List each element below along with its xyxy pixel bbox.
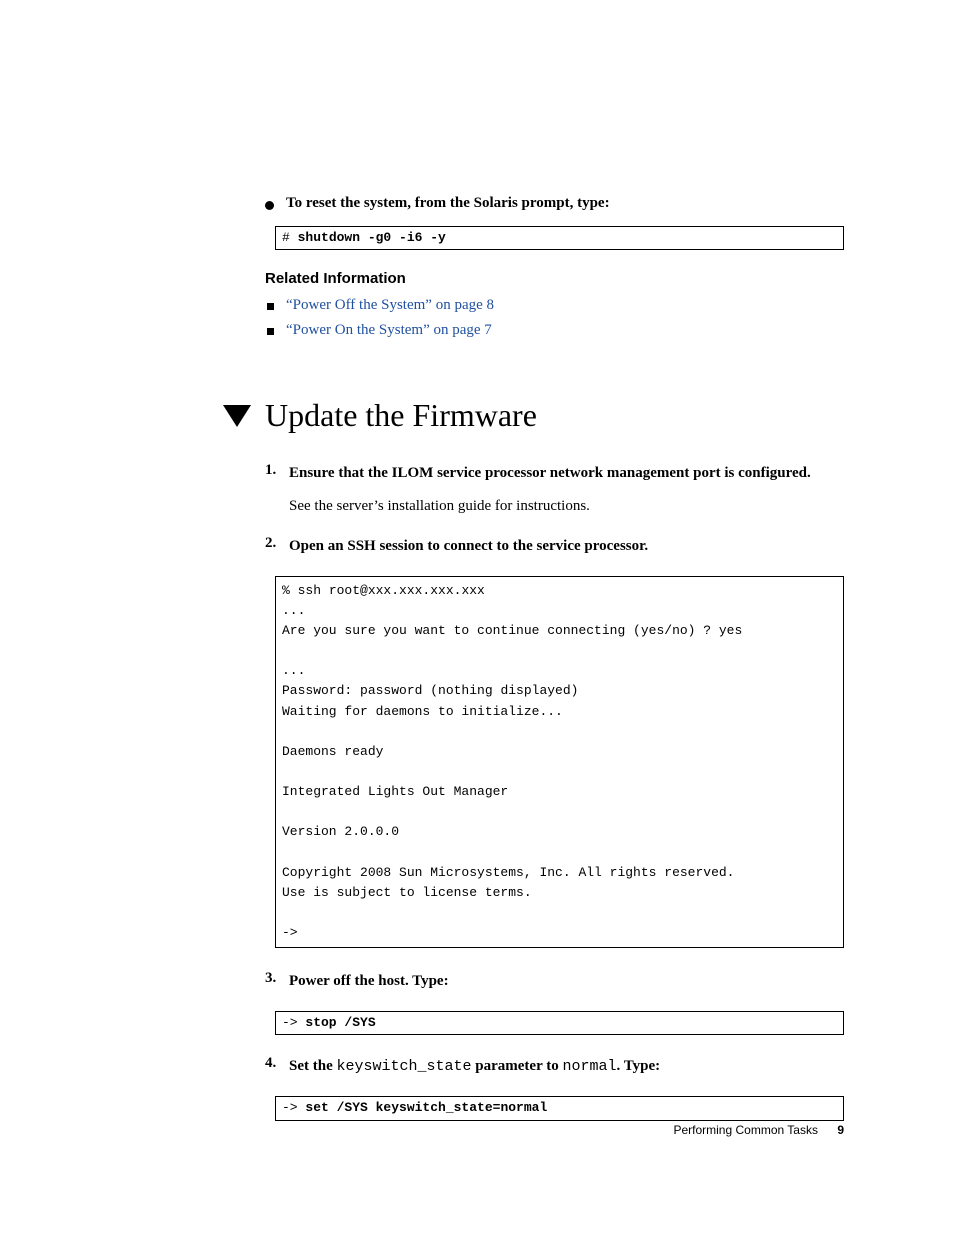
step-text: Power off the host. Type:	[289, 970, 844, 993]
code-line: ...	[282, 603, 305, 618]
square-bullet-icon	[267, 328, 274, 335]
code-command: ssh	[298, 583, 321, 598]
inline-code: keyswitch_state	[337, 1058, 472, 1075]
related-item: “Power On the System” on page 7	[267, 322, 844, 339]
step-text-fragment: Set the	[289, 1058, 337, 1074]
code-box-shutdown: # shutdown -g0 -i6 -y	[275, 226, 844, 250]
section-heading-row: Update the Firmware	[223, 397, 844, 434]
related-link[interactable]: “Power On the System” on page 7	[286, 322, 492, 339]
code-line: ...	[282, 663, 305, 678]
related-link[interactable]: “Power Off the System” on page 8	[286, 297, 494, 314]
code-box-ssh: % ssh root@xxx.xxx.xxx.xxx ... Are you s…	[275, 576, 844, 949]
related-info-list: “Power Off the System” on page 8 “Power …	[267, 297, 844, 339]
code-italic: root@xxx.xxx.xxx.xxx	[321, 583, 485, 598]
triangle-down-icon	[223, 405, 251, 427]
code-command: stop /SYS	[305, 1015, 375, 1030]
step-text-fragment: parameter to	[472, 1058, 563, 1074]
footer-text: Performing Common Tasks	[673, 1123, 818, 1137]
section-heading: Update the Firmware	[265, 397, 537, 434]
code-command: shutdown -g0 -i6 -y	[298, 230, 446, 245]
inline-code: normal	[562, 1058, 616, 1075]
code-prompt: %	[282, 583, 298, 598]
intro-bullet-text: To reset the system, from the Solaris pr…	[286, 195, 610, 212]
step-text: Set the keyswitch_state parameter to nor…	[289, 1055, 844, 1079]
code-line: Waiting for daemons to initialize...	[282, 704, 563, 719]
code-italic: password (nothing displayed)	[360, 683, 578, 698]
code-line: Version 2.0.0.0	[282, 824, 399, 839]
step-block: 2. Open an SSH session to connect to the…	[265, 535, 844, 558]
step-number: 2.	[265, 535, 283, 558]
step-text-fragment: . Type:	[616, 1058, 660, 1074]
step-number: 1.	[265, 462, 283, 517]
page-number: 9	[837, 1123, 844, 1137]
related-item: “Power Off the System” on page 8	[267, 297, 844, 314]
code-line: Password:	[282, 683, 360, 698]
related-info-heading: Related Information	[265, 270, 844, 287]
intro-bullet-item: To reset the system, from the Solaris pr…	[265, 195, 844, 212]
step-text: Ensure that the ILOM service processor n…	[289, 462, 844, 485]
procedure-steps: 1. Ensure that the ILOM service processo…	[265, 462, 844, 1120]
code-line: Daemons ready	[282, 744, 383, 759]
code-command: set /SYS keyswitch_state=normal	[305, 1100, 547, 1115]
step-number: 4.	[265, 1055, 283, 1079]
code-prompt: ->	[282, 1015, 305, 1030]
code-line: Use is subject to license terms.	[282, 885, 532, 900]
page-footer: Performing Common Tasks 9	[673, 1123, 844, 1137]
code-command: yes	[719, 623, 742, 638]
step-number: 3.	[265, 970, 283, 993]
step-text: Open an SSH session to connect to the se…	[289, 535, 844, 558]
step-block: 1. Ensure that the ILOM service processo…	[265, 462, 844, 517]
code-line: Are you sure you want to continue connec…	[282, 623, 719, 638]
code-line: ->	[282, 925, 298, 940]
square-bullet-icon	[267, 303, 274, 310]
step-block: 4. Set the keyswitch_state parameter to …	[265, 1055, 844, 1079]
bullet-icon	[265, 201, 274, 210]
step-subtext: See the server’s installation guide for …	[289, 495, 844, 518]
code-box-stop: -> stop /SYS	[275, 1011, 844, 1035]
code-box-set: -> set /SYS keyswitch_state=normal	[275, 1096, 844, 1120]
code-prompt: ->	[282, 1100, 305, 1115]
code-line: Integrated Lights Out Manager	[282, 784, 508, 799]
step-block: 3. Power off the host. Type:	[265, 970, 844, 993]
code-line: Copyright 2008 Sun Microsystems, Inc. Al…	[282, 865, 734, 880]
code-prompt: #	[282, 230, 298, 245]
